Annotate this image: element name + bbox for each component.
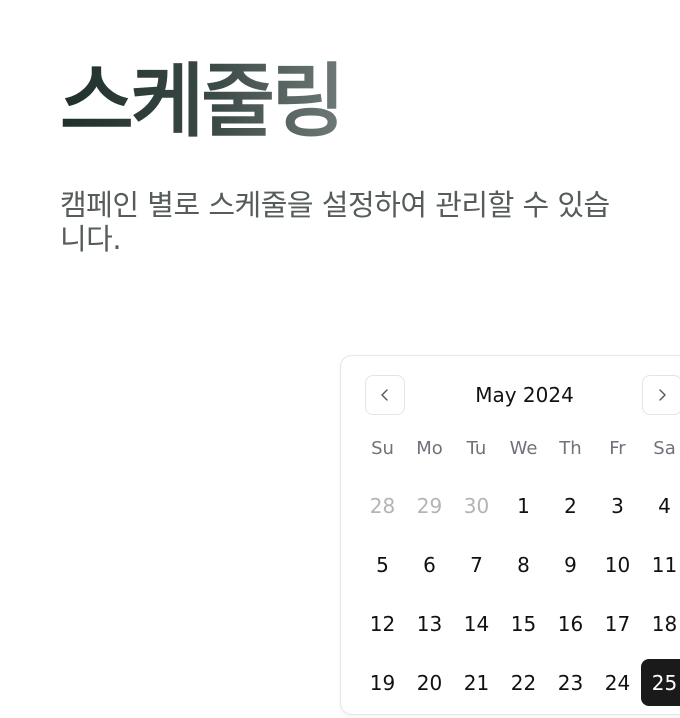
- weekday-label: Su: [371, 438, 394, 459]
- calendar-day[interactable]: 21: [453, 659, 500, 706]
- calendar-day[interactable]: 6: [406, 541, 453, 588]
- calendar-day[interactable]: 9: [547, 541, 594, 588]
- calendar-week-row: 19 20 21 22 23 24 25: [359, 659, 680, 718]
- chevron-right-icon: [659, 389, 666, 401]
- calendar-day[interactable]: 13: [406, 600, 453, 647]
- calendar-day[interactable]: 10: [594, 541, 641, 588]
- calendar-day[interactable]: 15: [500, 600, 547, 647]
- calendar-day-outside[interactable]: 28: [359, 482, 406, 529]
- calendar-day[interactable]: 17: [594, 600, 641, 647]
- calendar-day[interactable]: 18: [641, 600, 680, 647]
- weekday-label: Th: [559, 438, 582, 459]
- weekday-label: We: [509, 438, 538, 459]
- calendar-day[interactable]: 4: [641, 482, 680, 529]
- calendar-day[interactable]: 20: [406, 659, 453, 706]
- next-month-button[interactable]: [642, 375, 680, 415]
- weekday-header: Su Mo Tu We Th Fr Sa: [359, 438, 680, 460]
- calendar-day-selected[interactable]: 25: [641, 659, 680, 706]
- calendar-week-row: 28 29 30 1 2 3 4: [359, 482, 680, 541]
- calendar-day[interactable]: 3: [594, 482, 641, 529]
- calendar-day[interactable]: 11: [641, 541, 680, 588]
- calendar-day[interactable]: 8: [500, 541, 547, 588]
- weekday-label: Tu: [466, 438, 487, 459]
- weekday-label: Fr: [609, 438, 626, 459]
- page-title: 스케줄링: [60, 52, 345, 152]
- weekday-label: Sa: [653, 438, 676, 459]
- calendar-day[interactable]: 24: [594, 659, 641, 706]
- calendar-day[interactable]: 14: [453, 600, 500, 647]
- calendar-day[interactable]: 2: [547, 482, 594, 529]
- calendar-grid: 28 29 30 1 2 3 4 5 6 7 8 9 10 11 12 13 14 15 16 17 18 19 20 21 2…: [359, 482, 680, 718]
- calendar-day[interactable]: 12: [359, 600, 406, 647]
- calendar-day[interactable]: 5: [359, 541, 406, 588]
- month-label: May 2024: [475, 383, 574, 407]
- calendar-day-outside[interactable]: 30: [453, 482, 500, 529]
- calendar-day[interactable]: 19: [359, 659, 406, 706]
- calendar-week-row: 12 13 14 15 16 17 18: [359, 600, 680, 659]
- calendar-week-row: 5 6 7 8 9 10 11: [359, 541, 680, 600]
- calendar-day[interactable]: 1: [500, 482, 547, 529]
- page-description: 캠페인 별로 스케줄을 설정하여 관리할 수 있습니다.: [60, 188, 610, 256]
- calendar-day[interactable]: 16: [547, 600, 594, 647]
- calendar-day-outside[interactable]: 29: [406, 482, 453, 529]
- weekday-label: Mo: [416, 438, 443, 459]
- calendar-day[interactable]: 7: [453, 541, 500, 588]
- calendar-day[interactable]: 22: [500, 659, 547, 706]
- calendar-day[interactable]: 23: [547, 659, 594, 706]
- date-picker-calendar: May 2024 Su Mo Tu We Th Fr Sa 28 29 30 1 2 3 4…: [340, 355, 680, 715]
